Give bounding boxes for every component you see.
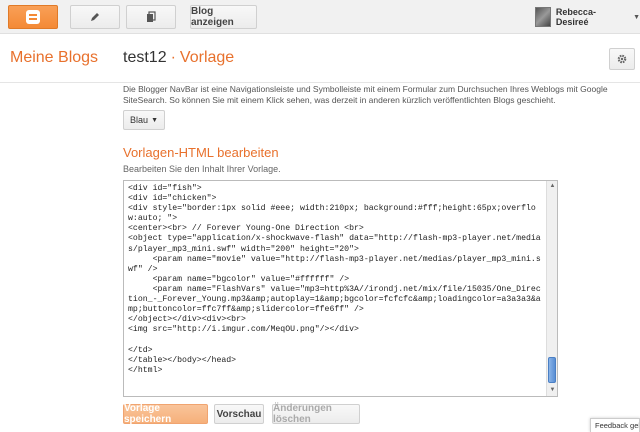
chevron-down-icon: ▼ bbox=[633, 13, 640, 21]
navbar-description: Die Blogger NavBar ist eine Navigationsl… bbox=[123, 84, 608, 105]
user-name: Rebecca-Desireé bbox=[555, 7, 596, 27]
scroll-thumb[interactable] bbox=[548, 357, 556, 383]
gear-icon bbox=[617, 54, 627, 64]
chevron-down-icon: ▼ bbox=[151, 116, 158, 124]
clear-changes-button[interactable]: Änderungen löschen bbox=[272, 403, 360, 425]
settings-button[interactable] bbox=[609, 48, 635, 70]
template-code[interactable]: <div id="fish"> <div id="chicken"> <div … bbox=[128, 184, 544, 376]
blogger-home-button[interactable] bbox=[8, 5, 58, 29]
my-blogs-link[interactable]: Meine Blogs bbox=[10, 49, 98, 67]
page-header: Meine Blogs test12 · Vorlage bbox=[0, 35, 640, 83]
template-html-editor[interactable]: <div id="fish"> <div id="chicken"> <div … bbox=[123, 180, 558, 397]
navbar-color-value: Blau bbox=[130, 115, 149, 125]
blog-name[interactable]: test12 bbox=[123, 49, 167, 66]
scroll-down-icon[interactable]: ▼ bbox=[548, 386, 557, 395]
new-post-button[interactable] bbox=[70, 5, 120, 29]
navbar-color-select[interactable]: Blau ▼ bbox=[123, 110, 165, 130]
page-title: Vorlage bbox=[179, 49, 235, 66]
edit-html-subtitle: Bearbeiten Sie den Inhalt Ihrer Vorlage. bbox=[123, 164, 281, 174]
breadcrumb: test12 · Vorlage bbox=[123, 49, 234, 67]
top-bar: Blog anzeigen Rebecca-Desireé ▼ bbox=[0, 0, 640, 34]
breadcrumb-separator: · bbox=[170, 49, 176, 66]
scroll-up-icon[interactable]: ▲ bbox=[548, 182, 557, 191]
pages-icon bbox=[147, 11, 156, 22]
editor-scrollbar[interactable]: ▲ ▼ bbox=[546, 181, 557, 396]
pencil-icon bbox=[91, 13, 99, 21]
save-template-button[interactable]: Vorlage speichern bbox=[123, 403, 208, 425]
preview-button[interactable]: Vorschau bbox=[214, 404, 264, 424]
avatar bbox=[535, 7, 551, 27]
edit-html-heading: Vorlagen-HTML bearbeiten bbox=[123, 145, 279, 160]
blogger-icon bbox=[26, 10, 40, 24]
user-menu[interactable]: Rebecca-Desireé ▼ bbox=[535, 7, 640, 27]
posts-list-button[interactable] bbox=[126, 5, 176, 29]
view-blog-button[interactable]: Blog anzeigen bbox=[190, 5, 257, 29]
